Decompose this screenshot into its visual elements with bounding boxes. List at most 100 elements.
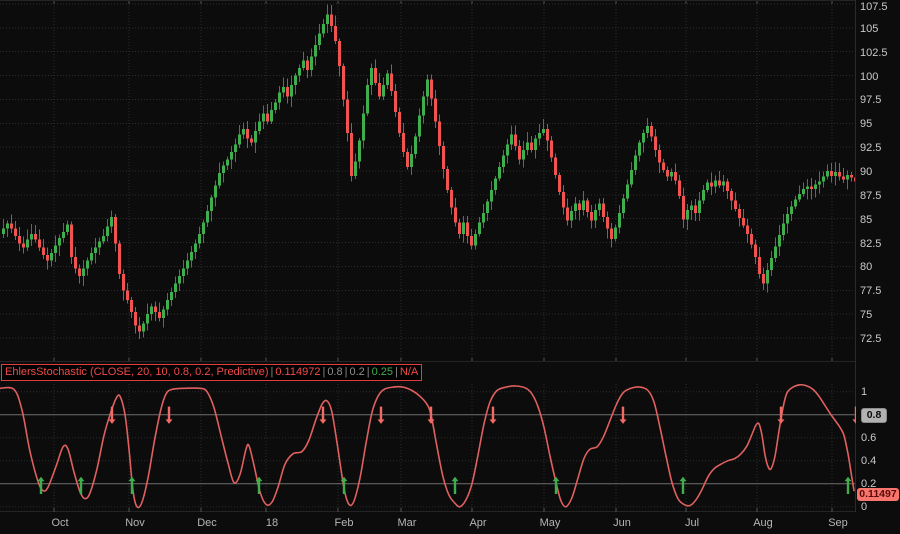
candle [242, 129, 245, 135]
candle [262, 114, 265, 122]
candle [670, 172, 673, 177]
candle [258, 121, 261, 131]
candle [154, 307, 157, 313]
candle [526, 142, 529, 150]
candle [398, 112, 401, 133]
candle [366, 85, 369, 114]
candle [198, 234, 201, 244]
signal-arrow-down [428, 407, 435, 424]
candle [46, 255, 49, 261]
candle [794, 200, 797, 207]
candle [594, 210, 597, 220]
candle [578, 203, 581, 210]
candle [826, 171, 829, 177]
candle [330, 14, 333, 25]
candle [742, 218, 745, 226]
candle [178, 276, 181, 284]
candle [150, 307, 153, 315]
price-axis-label: 90 [860, 166, 872, 178]
candle [822, 177, 825, 182]
candle [218, 173, 221, 185]
candle [70, 224, 73, 256]
candle [450, 190, 453, 207]
candle [210, 198, 213, 211]
candle [810, 186, 813, 189]
candle [554, 158, 557, 175]
candle [326, 14, 329, 24]
candle [238, 135, 241, 145]
candle [122, 274, 125, 290]
candle [302, 60, 305, 68]
candle [486, 202, 489, 213]
candle [806, 186, 809, 189]
study-value: 0.2 [349, 366, 364, 378]
study-value-separator: | [393, 366, 400, 378]
indicator-axis-label: 1 [861, 386, 867, 398]
chart-root: EhlersStochastic (CLOSE, 20, 10, 0.8, 0.… [0, 0, 900, 534]
candle [186, 261, 189, 269]
candle [802, 189, 805, 194]
candle [678, 181, 681, 196]
candle [734, 201, 737, 210]
candle [34, 234, 37, 240]
candle [250, 139, 253, 143]
indicator-axis-label: 0 [861, 501, 867, 513]
time-axis-label: Oct [51, 517, 68, 529]
candle [838, 172, 841, 177]
candle [502, 156, 505, 167]
candle [814, 184, 817, 189]
candle [350, 133, 353, 176]
candle [346, 99, 349, 132]
candle [550, 140, 553, 157]
time-axis-label: Nov [125, 517, 145, 529]
study-banner[interactable]: EhlersStochastic (CLOSE, 20, 10, 0.8, 0.… [1, 364, 422, 381]
candle [830, 171, 833, 176]
candle [518, 146, 521, 159]
study-values: |0.114972|0.8|0.2|0.25|N/A [269, 365, 419, 380]
candle [382, 85, 385, 96]
candle [282, 87, 285, 93]
candle [778, 235, 781, 246]
price-axis-label: 92.5 [860, 142, 881, 154]
candle [174, 284, 177, 293]
price-pane[interactable] [0, 0, 856, 362]
candle [234, 144, 237, 152]
candle [686, 210, 689, 220]
candle [274, 102, 277, 110]
signal-arrow-up [129, 477, 136, 494]
signal-arrow-down [490, 407, 497, 424]
candle [298, 68, 301, 76]
candle [694, 205, 697, 213]
candle [14, 228, 17, 236]
candle [494, 179, 497, 190]
signal-arrow-up [680, 477, 687, 494]
indicator-pane[interactable] [0, 384, 856, 512]
candle [162, 309, 165, 318]
candle [702, 190, 705, 200]
candle [658, 150, 661, 162]
candle [706, 182, 709, 190]
time-axis-label: Feb [335, 517, 354, 529]
candle [418, 116, 421, 137]
candle [646, 126, 649, 133]
signal-arrow-down [853, 407, 857, 424]
candle [390, 74, 393, 91]
candle [138, 326, 141, 332]
candle [290, 85, 293, 96]
candle [90, 253, 93, 261]
price-axis-label: 87.5 [860, 190, 881, 202]
candle [434, 98, 437, 121]
candle [2, 228, 5, 234]
candle [310, 56, 313, 69]
candle [766, 270, 769, 283]
candle [586, 201, 589, 212]
overbought-level-badge: 0.8 [861, 408, 887, 423]
candle [194, 244, 197, 253]
time-axis-label: Jul [685, 517, 699, 529]
candle [10, 223, 13, 228]
candle [58, 238, 61, 246]
candle [538, 133, 541, 139]
candle [470, 236, 473, 246]
time-axis-label: Jun [613, 517, 631, 529]
price-axis-label: 82.5 [860, 238, 881, 250]
